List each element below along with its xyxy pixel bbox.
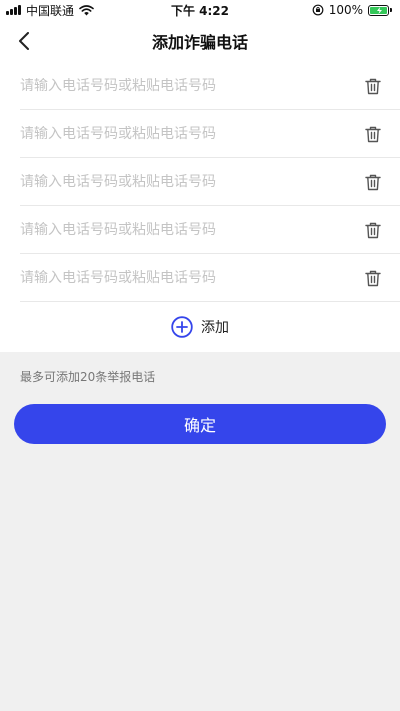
phone-input-2[interactable] — [20, 126, 362, 142]
phone-input-1[interactable] — [20, 78, 362, 94]
status-bar: 中国联通 下午 4:22 100% — [0, 0, 400, 20]
add-phone-button[interactable]: 添加 — [0, 302, 400, 352]
nav-bar: 添加诈骗电话 — [0, 20, 400, 62]
delete-button-5[interactable] — [362, 267, 384, 289]
phone-row-3 — [0, 158, 400, 206]
trash-icon — [365, 78, 381, 94]
back-button[interactable] — [12, 29, 36, 53]
trash-icon — [365, 126, 381, 142]
add-label: 添加 — [201, 320, 229, 336]
battery-charging-icon — [368, 4, 392, 16]
plus-circle-icon — [171, 316, 193, 338]
trash-icon — [365, 270, 381, 286]
phone-row-2 — [0, 110, 400, 158]
status-left: 中国联通 — [6, 2, 94, 19]
delete-button-3[interactable] — [362, 171, 384, 193]
trash-icon — [365, 174, 381, 190]
wifi-icon — [79, 4, 94, 15]
phone-input-5[interactable] — [20, 270, 362, 286]
limit-hint: 最多可添加20条举报电话 — [20, 370, 156, 384]
delete-button-1[interactable] — [362, 75, 384, 97]
phone-row-5 — [0, 254, 400, 302]
delete-button-2[interactable] — [362, 123, 384, 145]
confirm-button[interactable]: 确定 — [14, 404, 386, 444]
delete-button-4[interactable] — [362, 219, 384, 241]
phone-input-4[interactable] — [20, 222, 362, 238]
carrier-name: 中国联通 — [26, 3, 75, 18]
status-right: 100% — [312, 3, 392, 17]
orientation-lock-icon — [312, 4, 324, 16]
chevron-left-icon — [19, 32, 29, 50]
signal-bars-icon — [6, 5, 21, 15]
phone-row-1 — [0, 62, 400, 110]
phone-input-card: 添加 — [0, 62, 400, 352]
trash-icon — [365, 222, 381, 238]
phone-input-3[interactable] — [20, 174, 362, 190]
battery-percent: 100% — [328, 3, 363, 17]
page-title: 添加诈骗电话 — [151, 33, 248, 52]
phone-row-4 — [0, 206, 400, 254]
